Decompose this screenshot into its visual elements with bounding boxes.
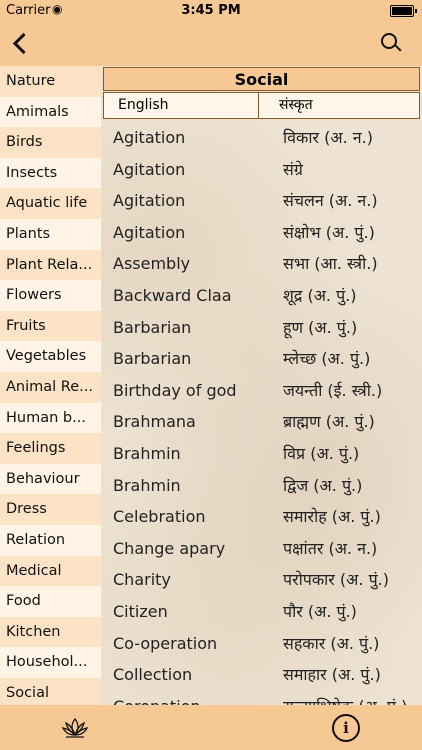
word-sanskrit: जयन्ती (ई. स्त्री.) bbox=[283, 380, 383, 400]
word-sanskrit: हूण (अ. पुं.) bbox=[283, 317, 358, 337]
word-english: Agitation bbox=[113, 222, 186, 242]
lotus-button[interactable] bbox=[60, 713, 90, 743]
sidebar-item[interactable]: Amimals bbox=[0, 96, 101, 128]
sidebar-item[interactable]: Insects bbox=[0, 157, 101, 189]
sidebar-item[interactable]: Birds bbox=[0, 127, 101, 158]
word-row[interactable]: Co-operation सहकार (अ. पुं.) bbox=[101, 628, 422, 660]
word-english: Brahmin bbox=[113, 443, 181, 463]
word-row[interactable]: Brahmana ब्राह्मण (अ. पुं.) bbox=[101, 406, 422, 438]
word-sanskrit: परोपकार (अ. पुं.) bbox=[283, 570, 389, 590]
word-row[interactable]: Celebration समारोह (अ. पुं.) bbox=[101, 501, 422, 533]
sidebar-item[interactable]: Kitchen bbox=[0, 617, 101, 648]
word-english: Birthday of god bbox=[113, 380, 237, 400]
word-list-panel: Social English संस्कृत Agitation विकार (अ… bbox=[101, 66, 422, 705]
sidebar-item[interactable]: Fruits bbox=[0, 311, 101, 342]
word-sanskrit: संचलन (अ. न.) bbox=[283, 191, 378, 211]
sidebar-item[interactable]: Plants bbox=[0, 218, 101, 250]
nav-bar bbox=[0, 22, 422, 66]
word-row[interactable]: Agitation संग्रे bbox=[101, 154, 422, 186]
sidebar-item[interactable]: Food bbox=[0, 586, 101, 617]
word-english: Citizen bbox=[113, 601, 168, 621]
word-sanskrit: समारोह (अ. पुं.) bbox=[283, 507, 381, 527]
sidebar-item[interactable]: Social bbox=[0, 678, 101, 705]
word-english: Backward Claa bbox=[113, 285, 232, 305]
word-sanskrit: द्विज (अ. पुं.) bbox=[283, 475, 363, 495]
sidebar-item[interactable]: Flowers bbox=[0, 280, 101, 311]
search-button[interactable] bbox=[378, 30, 406, 58]
sidebar-item[interactable]: Househol... bbox=[0, 647, 101, 678]
word-sanskrit: संक्षोभ (अ. पुं.) bbox=[283, 222, 375, 242]
word-sanskrit: ब्राह्मण (अ. पुं.) bbox=[283, 412, 375, 432]
section-title: Social bbox=[103, 67, 420, 91]
word-row[interactable]: Brahmin द्विज (अ. पुं.) bbox=[101, 470, 422, 502]
word-english: Collection bbox=[113, 665, 193, 685]
word-row[interactable]: Brahmin विप्र (अ. पुं.) bbox=[101, 438, 422, 470]
lotus-icon bbox=[61, 717, 89, 738]
sidebar-item[interactable]: Aquatic life bbox=[0, 188, 101, 219]
tab-bar: i bbox=[0, 705, 422, 750]
word-row[interactable]: Citizen पौर (अ. पुं.) bbox=[101, 596, 422, 628]
word-sanskrit: राज्याभिषेक (अ. पुं.) bbox=[283, 691, 422, 705]
word-sanskrit: शूद्र (अ. पुं.) bbox=[283, 285, 357, 305]
word-row[interactable]: Change apary पक्षांतर (अ. न.) bbox=[101, 533, 422, 565]
info-button[interactable]: i bbox=[332, 714, 360, 742]
word-sanskrit: सहकार (अ. पुं.) bbox=[283, 633, 380, 653]
word-english: Charity bbox=[113, 570, 171, 590]
word-row[interactable]: Agitation विकार (अ. न.) bbox=[101, 122, 422, 154]
word-sanskrit: पौर (अ. पुं.) bbox=[283, 601, 357, 621]
word-english: Assembly bbox=[113, 254, 191, 274]
word-row[interactable]: Agitation संक्षोभ (अ. पुं.) bbox=[101, 217, 422, 249]
word-english: Agitation bbox=[113, 191, 186, 211]
word-row[interactable]: Coronationराज्याभिषेक (अ. पुं.) bbox=[101, 691, 422, 705]
status-bar: Carrier ◉ 3:45 PM bbox=[0, 0, 422, 22]
status-time: 3:45 PM bbox=[181, 3, 241, 18]
word-row[interactable]: Barbarian हूण (अ. पुं.) bbox=[101, 312, 422, 344]
word-row[interactable]: Assembly सभा (आ. स्त्री.) bbox=[101, 248, 422, 280]
word-english: Agitation bbox=[113, 159, 186, 179]
sidebar-item[interactable]: Medical bbox=[0, 556, 101, 587]
word-row[interactable]: Barbarian म्लेच्छ (अ. पुं.) bbox=[101, 343, 422, 375]
word-english: Coronation bbox=[101, 691, 283, 705]
word-sanskrit: संग्रे bbox=[283, 159, 303, 179]
word-english: Brahmana bbox=[113, 412, 196, 432]
category-sidebar[interactable]: Nature Amimals Birds Insects Aquatic life Pla… bbox=[0, 66, 101, 705]
word-english: Agitation bbox=[113, 128, 186, 147]
word-row[interactable]: Birthday of god जयन्ती (ई. स्त्री.) bbox=[101, 375, 422, 407]
word-sanskrit: समाहार (अ. पुं.) bbox=[283, 665, 381, 685]
word-sanskrit: पक्षांतर (अ. न.) bbox=[283, 538, 378, 558]
column-header-sanskrit: संस्कृत bbox=[258, 93, 419, 118]
info-icon: i bbox=[343, 719, 349, 737]
word-row[interactable]: Backward Claa शूद्र (अ. पुं.) bbox=[101, 280, 422, 312]
sidebar-item[interactable]: Human b... bbox=[0, 402, 101, 434]
sidebar-item[interactable]: Dress bbox=[0, 494, 101, 525]
sidebar-item[interactable]: Nature bbox=[0, 66, 101, 97]
word-row[interactable]: Charity परोपकार (अ. पुं.) bbox=[101, 564, 422, 596]
column-headers: English संस्कृत bbox=[103, 92, 420, 119]
word-english: Celebration bbox=[113, 507, 206, 527]
word-sanskrit: सभा (आ. स्त्री.) bbox=[283, 254, 378, 274]
word-english: Brahmin bbox=[113, 475, 181, 495]
word-row[interactable]: Agitation संचलन (अ. न.) bbox=[101, 185, 422, 217]
word-english: Co-operation bbox=[113, 633, 218, 653]
sidebar-item[interactable]: Feelings bbox=[0, 433, 101, 464]
word-english: Barbarian bbox=[113, 349, 192, 369]
sidebar-item[interactable]: Plant Rela... bbox=[0, 250, 101, 281]
word-english: Barbarian bbox=[113, 317, 192, 337]
column-header-english: English bbox=[118, 97, 169, 113]
word-row[interactable]: Collection समाहार (अ. पुं.) bbox=[101, 659, 422, 691]
battery-icon bbox=[390, 5, 417, 17]
word-sanskrit: विप्र (अ. पुं.) bbox=[283, 443, 360, 463]
word-list[interactable]: Agitation विकार (अ. न.) Agitation संग्रे Agi… bbox=[101, 122, 422, 705]
word-sanskrit: म्लेच्छ (अ. पुं.) bbox=[283, 349, 371, 369]
sidebar-item[interactable]: Behaviour bbox=[0, 463, 101, 495]
sidebar-item[interactable]: Animal Re... bbox=[0, 372, 101, 403]
word-sanskrit: विकार (अ. न.) bbox=[283, 128, 373, 147]
back-button[interactable] bbox=[8, 28, 38, 60]
sidebar-item[interactable]: Relation bbox=[0, 524, 101, 556]
word-english: Change apary bbox=[113, 538, 226, 558]
sidebar-item[interactable]: Vegetables bbox=[0, 341, 101, 372]
